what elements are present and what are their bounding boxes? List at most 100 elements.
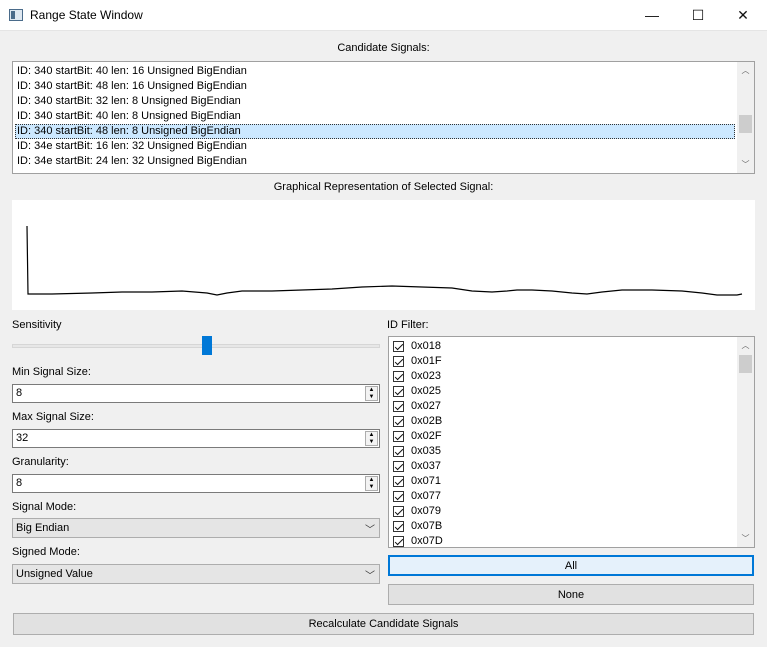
checkbox-checked-icon[interactable] bbox=[393, 491, 404, 502]
chevron-down-icon: ﹀ bbox=[365, 571, 375, 582]
close-icon[interactable]: ✕ bbox=[720, 0, 766, 30]
id-filter-item-label: 0x025 bbox=[411, 385, 441, 397]
signed-mode-select[interactable]: Unsigned Value ﹀ bbox=[12, 564, 380, 584]
sensitivity-slider-thumb[interactable] bbox=[202, 336, 213, 355]
id-filter-item[interactable]: 0x037 bbox=[389, 459, 729, 474]
id-filter-item[interactable]: 0x01F bbox=[389, 354, 729, 369]
id-filter-list[interactable]: 0x018 0x01F 0x023 0x025 0x027 0x02B 0x02F 0x035… bbox=[388, 336, 755, 548]
id-filter-item[interactable]: 0x077 bbox=[389, 489, 729, 504]
granularity-input[interactable]: 8 ▲ ▼ bbox=[12, 474, 380, 493]
max-signal-size-value: 32 bbox=[16, 432, 29, 444]
candidate-signals-list[interactable]: ID: 340 startBit: 40 len: 16 Unsigned Bi… bbox=[12, 61, 755, 174]
id-filter-item[interactable]: 0x023 bbox=[389, 369, 729, 384]
granularity-spin-buttons[interactable]: ▲ ▼ bbox=[365, 476, 378, 491]
signal-mode-select[interactable]: Big Endian ﹀ bbox=[12, 518, 380, 538]
spin-down-icon[interactable]: ▼ bbox=[366, 484, 377, 490]
id-filter-item-label: 0x07D bbox=[411, 535, 443, 547]
id-filter-item[interactable]: 0x018 bbox=[389, 339, 729, 354]
minimize-icon[interactable]: — bbox=[629, 0, 675, 30]
checkbox-checked-icon[interactable] bbox=[393, 446, 404, 457]
id-filter-item[interactable]: 0x02B bbox=[389, 414, 729, 429]
max-signal-size-input[interactable]: 32 ▲ ▼ bbox=[12, 429, 380, 448]
checkbox-checked-icon[interactable] bbox=[393, 401, 404, 412]
candidate-signal-item[interactable]: ID: 340 startBit: 40 len: 8 Unsigned Big… bbox=[15, 109, 241, 124]
app-window-icon bbox=[9, 9, 23, 21]
id-filter-scrollbar[interactable]: ︿ ﹀ bbox=[737, 337, 754, 547]
signal-mode-value: Big Endian bbox=[16, 522, 70, 534]
recalculate-button[interactable]: Recalculate Candidate Signals bbox=[13, 613, 754, 635]
scroll-thumb[interactable] bbox=[739, 115, 752, 133]
id-filter-label: ID Filter: bbox=[387, 319, 429, 331]
scroll-down-icon[interactable]: ﹀ bbox=[737, 530, 754, 547]
spin-down-icon[interactable]: ▼ bbox=[366, 439, 377, 445]
scroll-thumb[interactable] bbox=[739, 355, 752, 373]
select-none-button[interactable]: None bbox=[388, 584, 754, 605]
min-signal-size-label: Min Signal Size: bbox=[12, 366, 91, 378]
candidate-list-scrollbar[interactable]: ︿ ﹀ bbox=[737, 62, 754, 173]
window-title: Range State Window bbox=[30, 8, 143, 22]
id-filter-item-label: 0x071 bbox=[411, 475, 441, 487]
scroll-down-icon[interactable]: ﹀ bbox=[737, 156, 754, 173]
spin-up-icon[interactable]: ▲ bbox=[366, 432, 377, 438]
id-filter-item-label: 0x079 bbox=[411, 505, 441, 517]
signal-line bbox=[26, 225, 743, 296]
candidate-signal-item[interactable]: ID: 340 startBit: 32 len: 8 Unsigned Big… bbox=[15, 94, 241, 109]
scroll-up-icon[interactable]: ︿ bbox=[737, 62, 754, 79]
checkbox-checked-icon[interactable] bbox=[393, 371, 404, 382]
checkbox-checked-icon[interactable] bbox=[393, 521, 404, 532]
spin-up-icon[interactable]: ▲ bbox=[366, 477, 377, 483]
candidate-signal-item[interactable]: ID: 34e startBit: 16 len: 32 Unsigned Bi… bbox=[15, 139, 247, 154]
checkbox-checked-icon[interactable] bbox=[393, 431, 404, 442]
id-filter-item[interactable]: 0x071 bbox=[389, 474, 729, 489]
granularity-label: Granularity: bbox=[12, 456, 69, 468]
signal-mode-label: Signal Mode: bbox=[12, 501, 77, 513]
id-filter-item-label: 0x02F bbox=[411, 430, 442, 442]
maximize-icon[interactable]: ☐ bbox=[675, 0, 721, 30]
checkbox-checked-icon[interactable] bbox=[393, 536, 404, 547]
id-filter-item-label: 0x027 bbox=[411, 400, 441, 412]
id-filter-item-label: 0x023 bbox=[411, 370, 441, 382]
graph-label: Graphical Representation of Selected Sig… bbox=[273, 181, 494, 193]
candidate-signal-item[interactable]: ID: 340 startBit: 40 len: 16 Unsigned Bi… bbox=[15, 64, 247, 79]
select-all-button[interactable]: All bbox=[388, 555, 754, 576]
signal-graph-plot bbox=[26, 225, 743, 296]
candidate-signal-item[interactable]: ID: 34e startBit: 24 len: 32 Unsigned Bi… bbox=[15, 154, 247, 169]
checkbox-checked-icon[interactable] bbox=[393, 356, 404, 367]
candidate-signal-item[interactable]: ID: 340 startBit: 48 len: 8 Unsigned Big… bbox=[15, 124, 735, 139]
checkbox-checked-icon[interactable] bbox=[393, 476, 404, 487]
checkbox-checked-icon[interactable] bbox=[393, 461, 404, 472]
id-filter-item[interactable]: 0x07B bbox=[389, 519, 729, 534]
granularity-value: 8 bbox=[16, 477, 23, 489]
id-filter-item[interactable]: 0x035 bbox=[389, 444, 729, 459]
checkbox-checked-icon[interactable] bbox=[393, 386, 404, 397]
checkbox-checked-icon[interactable] bbox=[393, 341, 404, 352]
id-filter-item[interactable]: 0x027 bbox=[389, 399, 729, 414]
checkbox-checked-icon[interactable] bbox=[393, 416, 404, 427]
id-filter-item-label: 0x077 bbox=[411, 490, 441, 502]
sensitivity-label: Sensitivity bbox=[12, 319, 62, 331]
id-filter-item[interactable]: 0x079 bbox=[389, 504, 729, 519]
id-filter-item-label: 0x01F bbox=[411, 355, 442, 367]
checkbox-checked-icon[interactable] bbox=[393, 506, 404, 517]
candidate-signal-item-partial bbox=[15, 169, 17, 173]
spin-down-icon[interactable]: ▼ bbox=[366, 394, 377, 400]
id-filter-item-label: 0x035 bbox=[411, 445, 441, 457]
scroll-up-icon[interactable]: ︿ bbox=[737, 337, 754, 354]
min-signal-size-value: 8 bbox=[16, 387, 23, 399]
sensitivity-slider-track[interactable] bbox=[12, 344, 380, 348]
signal-graph bbox=[12, 200, 755, 310]
id-filter-item[interactable]: 0x025 bbox=[389, 384, 729, 399]
id-filter-item-label: 0x037 bbox=[411, 460, 441, 472]
spin-up-icon[interactable]: ▲ bbox=[366, 387, 377, 393]
max-signal-size-label: Max Signal Size: bbox=[12, 411, 94, 423]
max-signal-spin-buttons[interactable]: ▲ ▼ bbox=[365, 431, 378, 446]
candidate-signals-label: Candidate Signals: bbox=[337, 42, 430, 54]
candidate-signal-item[interactable]: ID: 340 startBit: 48 len: 16 Unsigned Bi… bbox=[15, 79, 247, 94]
min-signal-spin-buttons[interactable]: ▲ ▼ bbox=[365, 386, 378, 401]
chevron-down-icon: ﹀ bbox=[365, 525, 375, 536]
id-filter-item-label: 0x018 bbox=[411, 340, 441, 352]
min-signal-size-input[interactable]: 8 ▲ ▼ bbox=[12, 384, 380, 403]
id-filter-item[interactable]: 0x02F bbox=[389, 429, 729, 444]
title-bar: Range State Window — ☐ ✕ bbox=[0, 0, 767, 31]
id-filter-item[interactable]: 0x07D bbox=[389, 534, 729, 547]
